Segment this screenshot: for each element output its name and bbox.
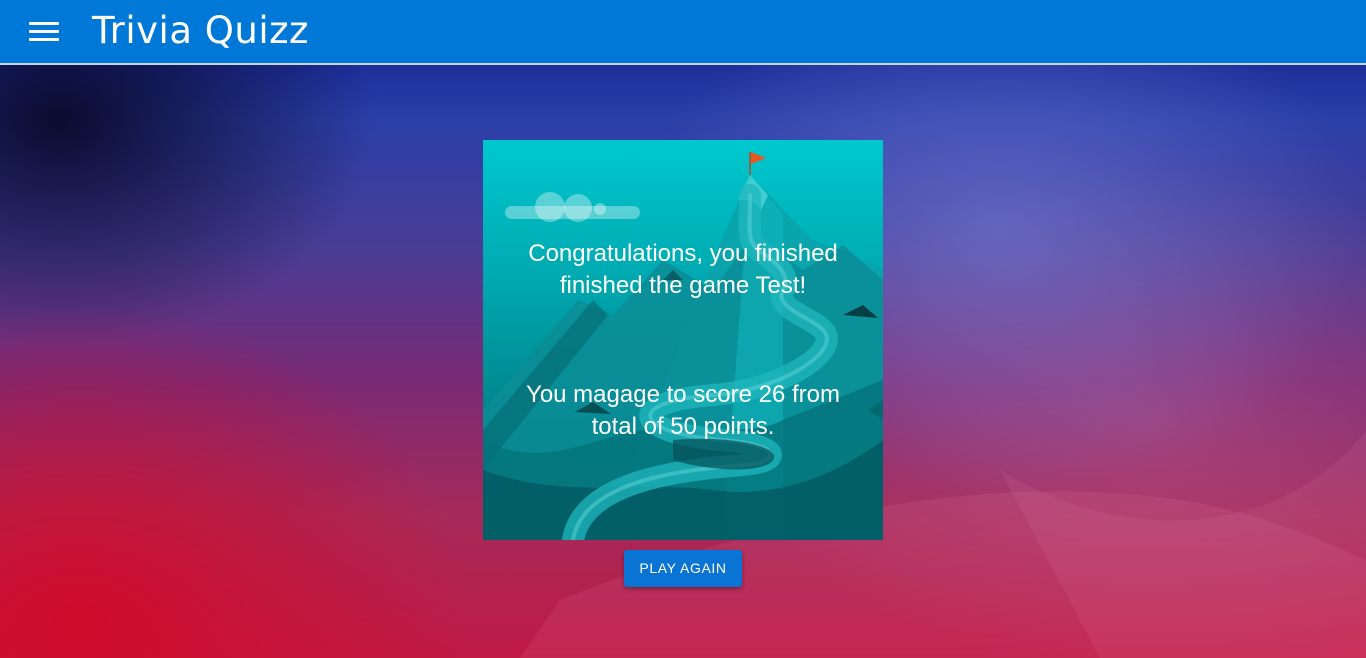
- result-card: Congratulations, you finished finished t…: [483, 140, 883, 540]
- mountain-flag-illustration: [483, 152, 883, 540]
- play-again-button[interactable]: PLAY AGAIN: [624, 550, 742, 587]
- score-message: You magage to score 26 from total of 50 …: [526, 381, 840, 440]
- app-title: Trivia Quizz: [92, 9, 309, 52]
- app-bar: Trivia Quizz: [0, 0, 1366, 65]
- hamburger-menu-icon[interactable]: [20, 12, 68, 52]
- congratulations-message: Congratulations, you finished finished t…: [528, 240, 838, 299]
